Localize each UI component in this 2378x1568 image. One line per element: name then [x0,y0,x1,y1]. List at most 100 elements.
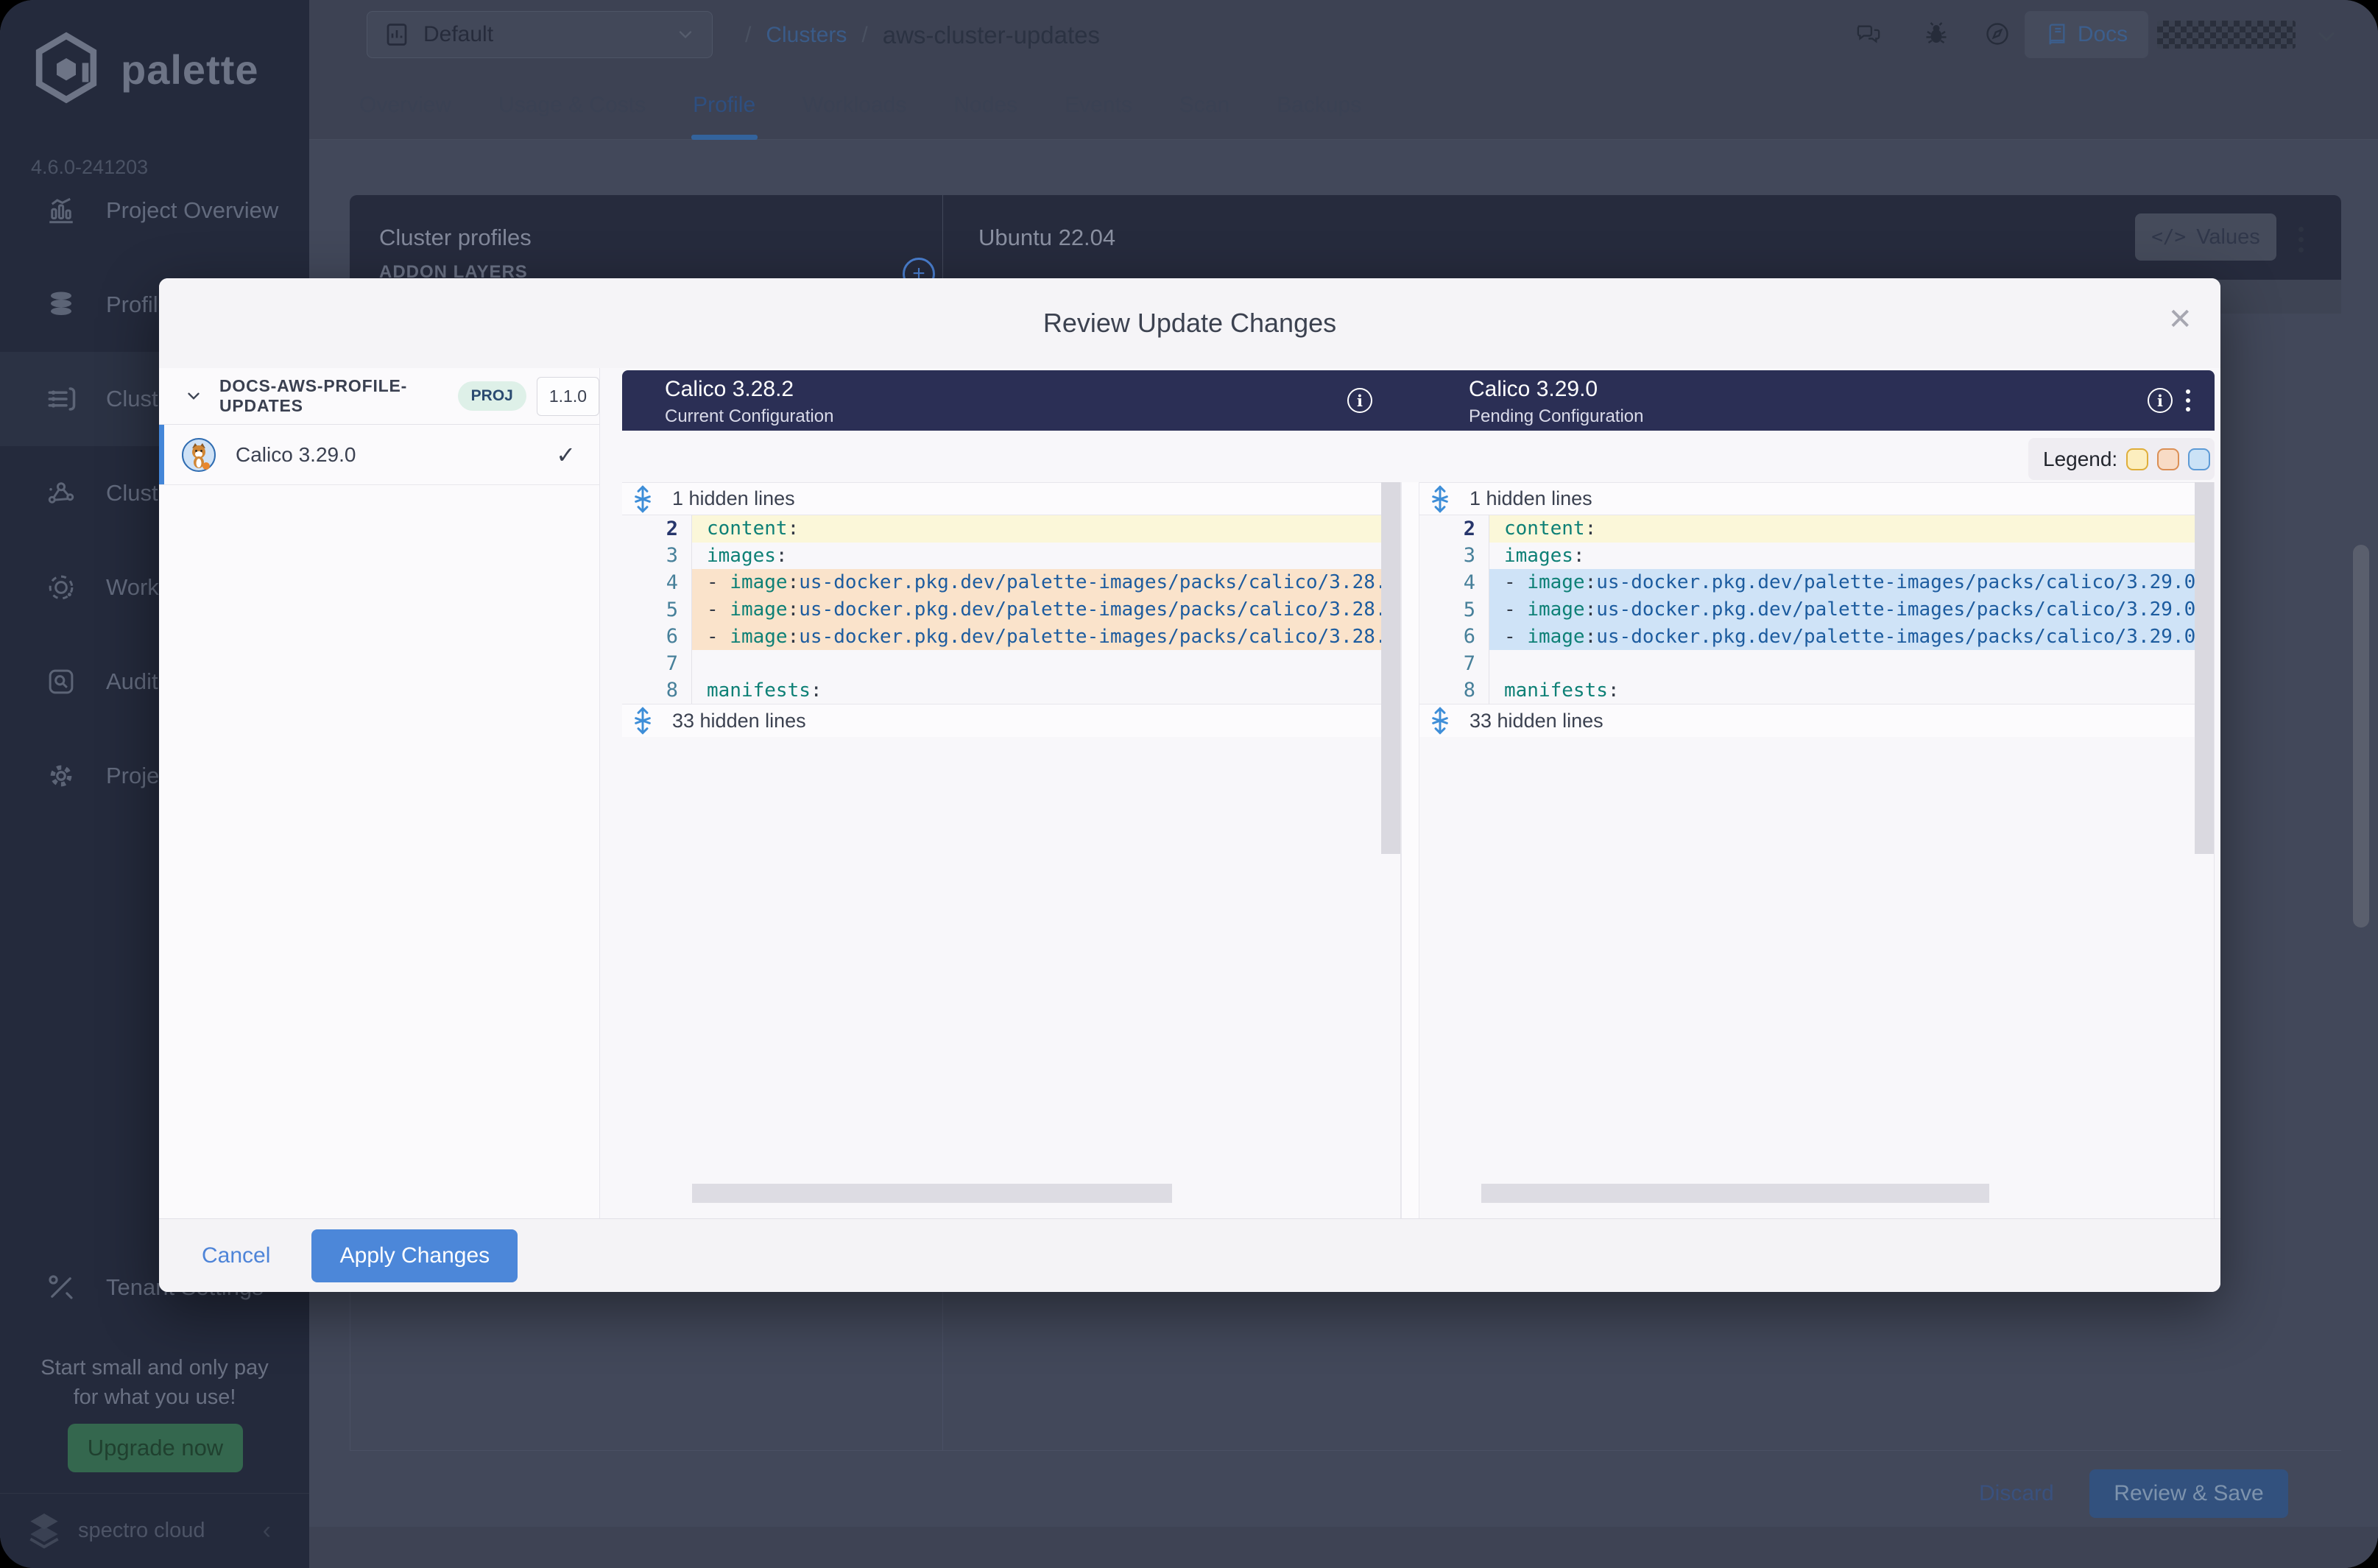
tab-usage-costs[interactable]: Usage & Costs [498,70,646,140]
sidebar-item-label: Project Overview [106,197,278,224]
legend-label: Legend: [2043,448,2117,471]
upgrade-now-button[interactable]: Upgrade now [68,1424,243,1472]
unfold-lines-icon[interactable] [1428,706,1452,735]
bug-icon[interactable] [1923,21,1950,47]
unfold-lines-icon[interactable] [1428,484,1452,514]
legend-swatches [2126,448,2210,470]
unfold-lines-icon[interactable] [631,484,655,514]
review-update-changes-modal: Review Update Changes ✕ DOCS-AWS-PROFILE… [159,278,2220,1292]
review-save-button[interactable]: Review & Save [2089,1469,2288,1518]
promo-line1: Start small and only pay [0,1353,309,1382]
panel-divider [942,1292,943,1450]
profile-version: 1.1.0 [537,377,599,416]
audit-icon [46,666,77,697]
code-line-8: 8manifests: [1419,677,2214,704]
info-icon[interactable]: i [1347,388,1372,413]
pack-label: Calico 3.29.0 [236,443,356,467]
modal-header: Review Update Changes ✕ [159,278,2220,368]
profile-list-header[interactable]: DOCS-AWS-PROFILE-UPDATES PROJ 1.1.0 [159,368,599,425]
diff-header-bar: Calico 3.28.2 Current Configuration i Ca… [622,370,2215,431]
topbar: Default / Clusters / aws-cluster-updates [309,0,2378,70]
vertical-scrollbar[interactable] [2195,482,2214,854]
tab-backups[interactable]: Backups [1277,70,1361,140]
pending-pane-header: Calico 3.29.0 Pending Configuration [1469,370,1644,427]
breadcrumb: / Clusters / aws-cluster-updates [745,0,1100,70]
calico-pack-icon [181,437,216,473]
cancel-button[interactable]: Cancel [202,1243,270,1268]
pack-editor-header: Ubuntu 22.04 [943,195,2341,280]
layers-icon [46,289,77,320]
tab-overview[interactable]: Overview [359,70,451,140]
hidden-lines-top[interactable]: 1 hidden lines [622,482,1400,515]
current-pane-title: Calico 3.28.2 [665,377,833,402]
pane-divider [1401,482,1419,1218]
palette-logo: palette [28,29,259,110]
page-scrollbar[interactable] [2353,545,2369,928]
code-tag-icon: </> [2151,226,2186,248]
legend-swatch-incoming-change [2188,448,2210,470]
tab-nodes[interactable]: Nodes [953,70,1017,140]
docs-button[interactable]: Docs [2025,11,2148,58]
docs-label: Docs [2078,22,2128,47]
apply-changes-button[interactable]: Apply Changes [311,1229,518,1282]
selected-indicator [159,425,164,484]
network-icon [46,478,77,509]
user-name-redacted [2228,21,2296,49]
code-line-7: 7 [622,650,1400,677]
code-line-4: 4 - image: us-docker.pkg.dev/palette-ima… [1419,569,2214,596]
chat-icon[interactable] [1855,21,1882,47]
tab-scan[interactable]: Scan [1179,70,1229,140]
code-line-4: 4 - image: us-docker.pkg.dev/palette-ima… [622,569,1400,596]
values-label: Values [2196,225,2260,250]
logo-text: palette [121,46,259,93]
hidden-lines-top[interactable]: 1 hidden lines [1419,482,2214,515]
project-scope-icon [384,21,410,48]
server-icon [46,384,77,414]
profile-list-panel: DOCS-AWS-PROFILE-UPDATES PROJ 1.1.0 [159,368,600,1218]
code-line-2: 2content: [1419,515,2214,543]
pack-list-item-calico[interactable]: Calico 3.29.0 ✓ [159,425,599,485]
legend-swatch-current-change [2157,448,2179,470]
breadcrumb-page: aws-cluster-updates [883,21,1100,49]
book-icon [2045,23,2069,46]
chart-icon [46,195,77,226]
info-icon[interactable]: i [2148,388,2173,413]
vertical-scrollbar[interactable] [1381,482,1400,854]
app-window: palette 4.6.0-241203 Project OverviewPro… [0,0,2378,1568]
page-footer-strip [309,1527,2378,1568]
breadcrumb-clusters-link[interactable]: Clusters [766,23,847,48]
collapse-sidebar-icon[interactable]: ‹ [263,1516,271,1545]
user-menu-chevron-icon[interactable] [2313,24,2340,50]
unfold-lines-icon[interactable] [631,706,655,735]
brand-footer: spectro cloud ‹ [0,1493,309,1568]
code-line-8: 8manifests: [622,677,1400,704]
code-line-6: 6 - image: us-docker.pkg.dev/palette-ima… [1419,623,2214,650]
tab-workloads[interactable]: Workloads [802,70,906,140]
modal-footer: Cancel Apply Changes [159,1218,2220,1292]
horizontal-scrollbar[interactable] [692,1184,1172,1203]
upgrade-promo: Start small and only pay for what you us… [0,1353,309,1412]
sidebar-item-project-overview[interactable]: Project Overview [0,163,309,258]
hidden-lines-bottom[interactable]: 33 hidden lines [622,704,1400,737]
cluster-tabs: Overview Usage & Costs Profile Workloads Nod… [359,70,1361,140]
brand-name: spectro cloud [78,1519,205,1543]
discard-button[interactable]: Discard [1979,1481,2054,1506]
palette-logo-icon [28,29,105,110]
kebab-menu-icon[interactable] [2186,389,2190,412]
hidden-lines-bottom[interactable]: 33 hidden lines [1419,704,2214,737]
legend: Legend: [2028,438,2215,480]
tab-events[interactable]: Events [1065,70,1132,140]
pending-config-pane: 1 hidden lines2content:3 images:4 - imag… [1419,482,2215,1218]
pack-kebab-menu-icon[interactable] [2298,227,2304,252]
tab-profile[interactable]: Profile [693,70,755,140]
horizontal-scrollbar[interactable] [1481,1184,1989,1203]
screen: palette 4.6.0-241203 Project OverviewPro… [0,0,2378,1568]
pending-pane-title: Calico 3.29.0 [1469,377,1644,402]
chevron-down-icon[interactable] [184,386,203,406]
close-icon[interactable]: ✕ [2167,305,2192,334]
project-selector[interactable]: Default [367,11,713,58]
help-compass-icon[interactable] [1984,21,2011,47]
tools-icon [46,1272,77,1303]
values-button[interactable]: </> Values [2135,213,2276,261]
profile-name: DOCS-AWS-PROFILE-UPDATES [219,376,446,416]
